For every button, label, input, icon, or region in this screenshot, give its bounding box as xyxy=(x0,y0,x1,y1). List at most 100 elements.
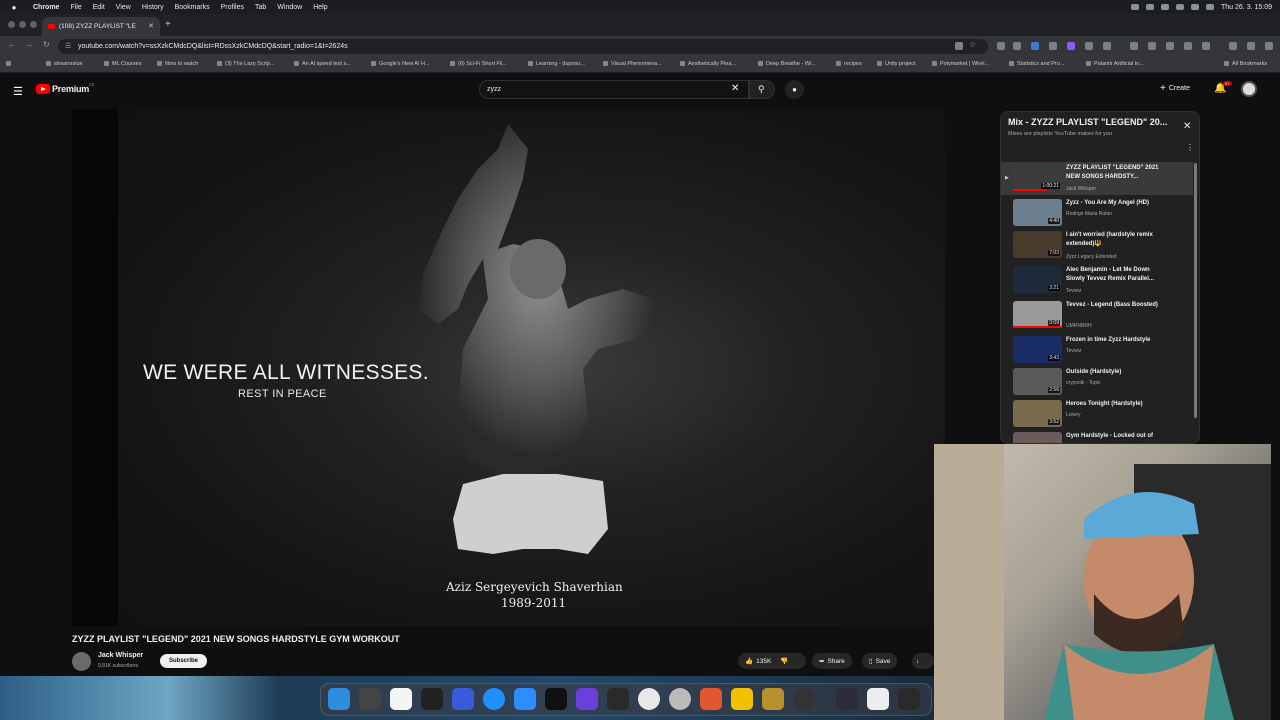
close-playlist-icon[interactable]: ✕ xyxy=(1183,121,1191,132)
trash-icon[interactable] xyxy=(898,688,920,710)
account-avatar[interactable] xyxy=(1241,81,1257,97)
bookmark-item[interactable]: streamrslue xyxy=(46,61,83,67)
forward-icon[interactable]: → xyxy=(25,40,33,49)
bookmark-item[interactable]: Learning - duposu... xyxy=(528,61,585,67)
profile-icon[interactable] xyxy=(1229,42,1237,50)
bookmark-item[interactable]: Visual Phenomena... xyxy=(603,61,662,67)
youtube-logo-icon[interactable] xyxy=(36,84,50,94)
bookmark-item[interactable]: (6) Sci-Fi Short Fil... xyxy=(450,61,507,67)
bookmark-item[interactable]: (3) The Lazy Scrip... xyxy=(217,61,274,67)
app-icon[interactable] xyxy=(452,688,474,710)
chrome-menu-icon[interactable] xyxy=(1265,42,1273,50)
bookmark-item[interactable]: recipes xyxy=(836,61,862,67)
extension-icon[interactable] xyxy=(1049,42,1057,50)
address-bar[interactable]: ☰ youtube.com/watch?v=ssXzkCMdcDQ&list=R… xyxy=(58,39,988,54)
bookmark-item[interactable]: ML Courses xyxy=(104,61,141,67)
chrome-icon[interactable] xyxy=(638,688,660,710)
status-icon[interactable] xyxy=(1176,4,1185,10)
subscribe-button[interactable]: Subscribe xyxy=(160,654,207,668)
playlist-scrollbar[interactable] xyxy=(1194,163,1197,418)
bookmark-item[interactable]: An AI speed test s... xyxy=(294,61,351,67)
bookmark-item[interactable]: Polymarket | Wirel... xyxy=(932,61,989,67)
back-icon[interactable]: ← xyxy=(8,40,16,49)
save-button[interactable]: ▯ Save xyxy=(862,653,898,669)
search-button[interactable]: ⚲ xyxy=(749,80,775,99)
extension-icon[interactable] xyxy=(1031,42,1039,50)
bookmark-item[interactable]: Palantir Artificial In... xyxy=(1086,61,1144,67)
playlist-item[interactable]: 7:03 I ain't worried (hardstyle remix ex… xyxy=(1001,229,1193,262)
app-icon[interactable] xyxy=(700,688,722,710)
playlist-item[interactable]: 2:56 Outside (Hardstyle) crypvolk - Topi… xyxy=(1001,366,1193,399)
share-button[interactable]: ➦ Share xyxy=(812,653,852,669)
menu-help[interactable]: Help xyxy=(313,4,327,11)
extension-icon[interactable] xyxy=(1013,42,1021,50)
app-icon[interactable] xyxy=(545,688,567,710)
extension-icon[interactable] xyxy=(1067,42,1075,50)
extension-icon[interactable] xyxy=(1202,42,1210,50)
bookmark-item[interactable]: Deep Breathe - Wi... xyxy=(758,61,816,67)
playlist-title[interactable]: Mix - ZYZZ PLAYLIST "LEGEND" 20... xyxy=(1008,117,1173,127)
notion-icon[interactable] xyxy=(390,688,412,710)
zoom-icon[interactable] xyxy=(514,688,536,710)
guide-menu-icon[interactable]: ☰ xyxy=(13,85,23,98)
notes-icon[interactable] xyxy=(731,688,753,710)
bookmark-item[interactable]: Statistics and Pro... xyxy=(1009,61,1064,67)
extension-icon[interactable] xyxy=(1103,42,1111,50)
bookmark-item[interactable]: films to watch xyxy=(157,61,198,67)
window-close-button[interactable] xyxy=(8,21,15,28)
playlist-item[interactable]: 3:43 Frozen in time Zyzz Hardstyle Tevve… xyxy=(1001,334,1193,367)
apple-icon[interactable]: ● xyxy=(9,3,19,12)
status-icon[interactable] xyxy=(1161,4,1170,10)
app-icon[interactable] xyxy=(483,688,505,710)
menu-tab[interactable]: Tab xyxy=(255,4,266,11)
menubar-clock[interactable]: Thu 26. 3. 15:09 xyxy=(1221,4,1272,11)
playlist-item[interactable]: ▶ 1:00:21 ZYZZ PLAYLIST "LEGEND" 2021 NE… xyxy=(1001,162,1193,195)
app-icon[interactable] xyxy=(607,688,629,710)
menu-window[interactable]: Window xyxy=(277,4,302,11)
document-icon[interactable] xyxy=(867,688,889,710)
download-button[interactable]: ↓ xyxy=(912,653,934,669)
app-icon[interactable] xyxy=(762,688,784,710)
menu-file[interactable]: File xyxy=(70,4,81,11)
thumbs-up-icon[interactable]: 👍 xyxy=(745,657,753,665)
thumbs-down-icon[interactable]: 👎 xyxy=(780,657,788,665)
extension-icon[interactable] xyxy=(1148,42,1156,50)
more-options-icon[interactable]: ⋮ xyxy=(1186,143,1194,152)
app-icon[interactable] xyxy=(576,688,598,710)
playlist-item[interactable]: 3:09 Tevvez - Legend (Bass Boosted) UMRN… xyxy=(1001,299,1193,332)
menu-profiles[interactable]: Profiles xyxy=(221,4,244,11)
tab-close-icon[interactable]: ✕ xyxy=(148,22,154,30)
menu-view[interactable]: View xyxy=(116,4,131,11)
create-button[interactable]: + Create xyxy=(1160,83,1190,94)
voice-search-icon[interactable]: ● xyxy=(785,80,804,99)
bookmark-star-icon[interactable]: ☆ xyxy=(969,40,977,49)
side-panel-icon[interactable] xyxy=(1247,42,1255,50)
extension-icon[interactable] xyxy=(1085,42,1093,50)
youtube-premium-logo[interactable]: Premium xyxy=(52,84,89,94)
extension-icon[interactable] xyxy=(1166,42,1174,50)
browser-tab-active[interactable]: (108) ZYZZ PLAYLIST "LE ✕ xyxy=(42,17,160,36)
extension-icon[interactable] xyxy=(997,42,1005,50)
obs-icon[interactable] xyxy=(793,688,815,710)
status-icon[interactable] xyxy=(1146,4,1155,10)
playlist-item[interactable]: 3:52 Heroes Tonight (Hardstyle) Loivey xyxy=(1001,398,1193,431)
playlist-item[interactable]: Gym Hardstyle - Locked out of xyxy=(1001,430,1193,443)
bookmark-item[interactable]: Aesthetically Plea... xyxy=(680,61,736,67)
site-info-icon[interactable]: ☰ xyxy=(65,42,71,50)
launchpad-icon[interactable] xyxy=(359,688,381,710)
bookmark-all[interactable]: All Bookmarks xyxy=(1224,61,1267,67)
menu-edit[interactable]: Edit xyxy=(93,4,105,11)
app-icon[interactable] xyxy=(421,688,443,710)
reload-icon[interactable]: ↻ xyxy=(43,40,50,49)
playlist-item[interactable]: 3:21 Alec Benjamin - Let Me Down Slowly … xyxy=(1001,264,1193,297)
extension-icon[interactable] xyxy=(1130,42,1138,50)
new-tab-icon[interactable]: + xyxy=(165,19,171,30)
clear-search-icon[interactable]: ✕ xyxy=(731,83,739,94)
battery-icon[interactable] xyxy=(1206,4,1215,10)
channel-avatar[interactable] xyxy=(72,652,91,671)
wifi-icon[interactable] xyxy=(1191,4,1200,10)
menu-bookmarks[interactable]: Bookmarks xyxy=(175,4,210,11)
status-icon[interactable] xyxy=(1131,4,1140,10)
window-minimize-button[interactable] xyxy=(19,21,26,28)
search-input[interactable]: zyzz xyxy=(479,80,749,99)
